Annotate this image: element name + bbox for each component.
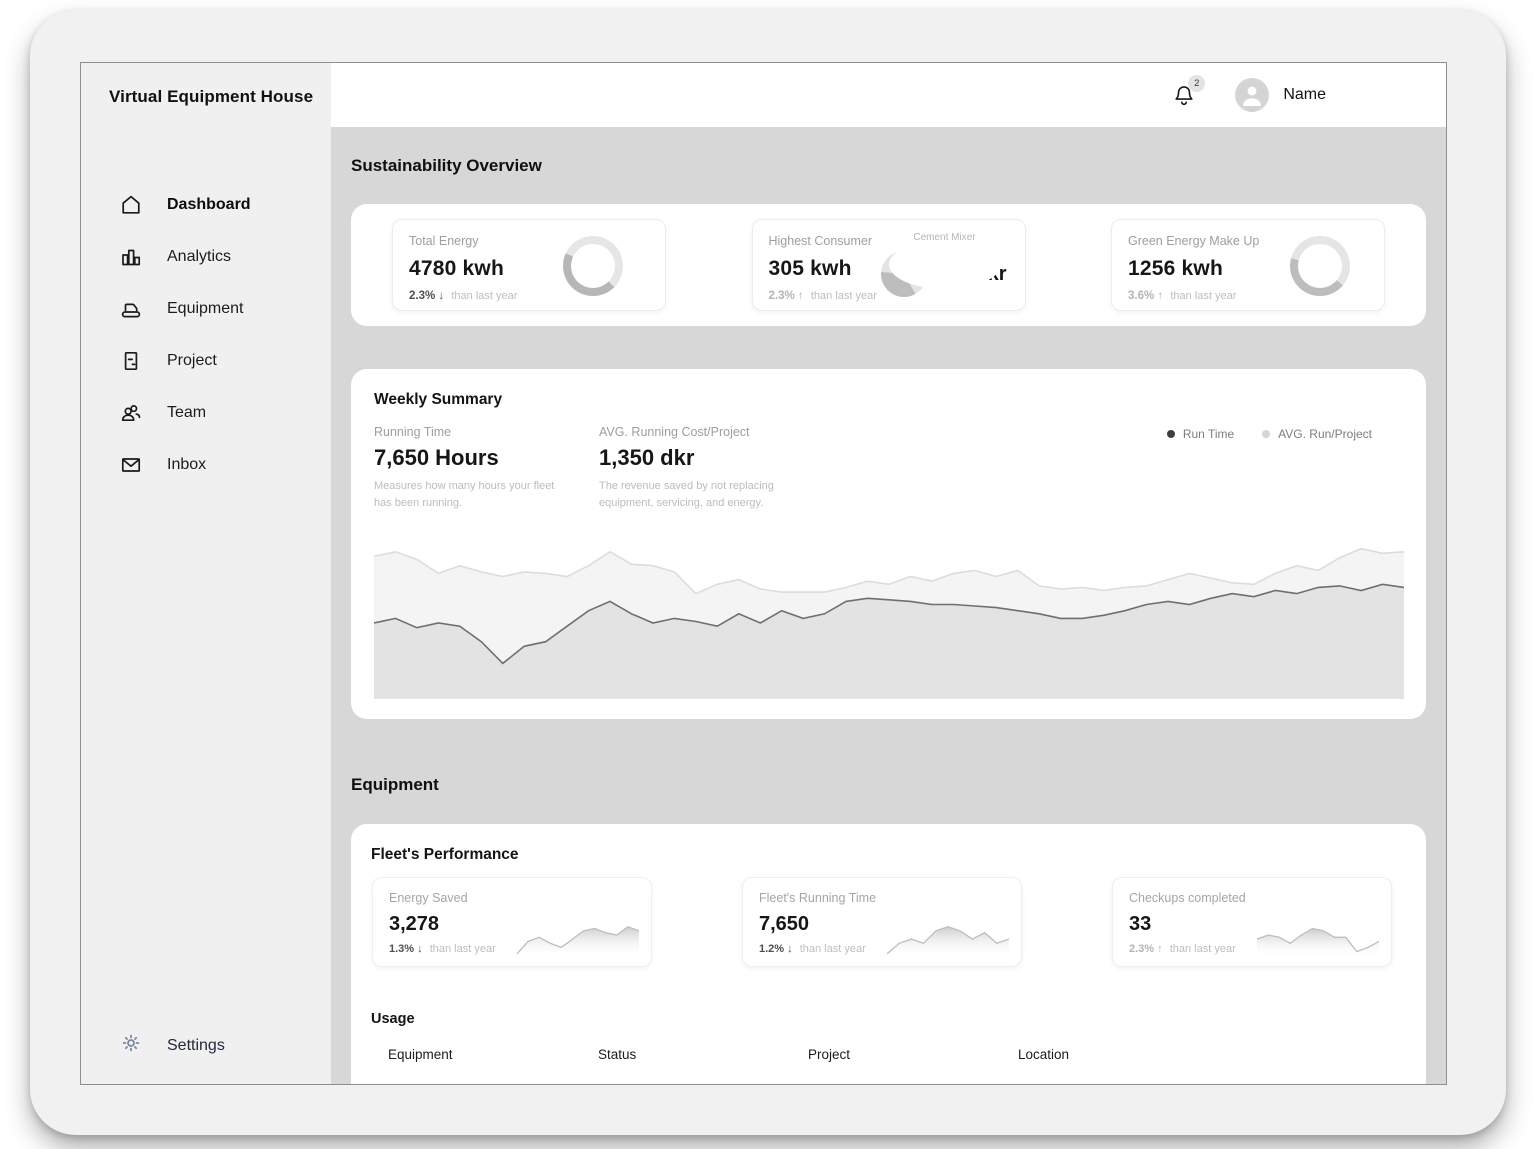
fleet-mini-cards: Energy Saved 3,278 1.3% ↓ than last year (371, 877, 1406, 967)
notification-badge: 2 (1188, 75, 1205, 92)
topbar: 2 Name (331, 63, 1446, 127)
sidebar-item-label: Inbox (167, 456, 206, 474)
energy-saved-sparkline (517, 912, 639, 958)
sidebar-item-label: Team (167, 404, 206, 422)
running-time-sparkline (887, 912, 1009, 958)
arrow-down-icon: ↓ (417, 943, 423, 955)
sustainability-stats-panel: Total Energy 4780 kwh 2.3% ↓ than last y… (351, 204, 1426, 326)
dashboard-content: Sustainability Overview Total Energy 478… (331, 127, 1446, 1084)
overview-section-title: Sustainability Overview (351, 156, 1426, 176)
sidebar-item-settings[interactable]: Settings (119, 1031, 225, 1060)
user-name: Name (1283, 86, 1326, 104)
sidebar-item-label: Analytics (167, 248, 231, 266)
fleet-performance-title: Fleet's Performance (371, 846, 1406, 864)
running-time-stat: Running Time 7,650 Hours Measures how ma… (374, 425, 599, 511)
legend-avg-run: AVG. Run/Project (1262, 427, 1372, 441)
avg-running-cost-stat: AVG. Running Cost/Project 1,350 dkr The … (599, 425, 824, 511)
usage-title: Usage (371, 1011, 1406, 1027)
cement-mixer-block: Cement Mixer 595 dkr (881, 232, 1009, 297)
sidebar-item-label: Dashboard (167, 196, 251, 214)
app-window: Virtual Equipment House Dashboard (80, 62, 1447, 1085)
sidebar-item-inbox[interactable]: Inbox (81, 439, 331, 491)
column-equipment: Equipment (388, 1047, 598, 1062)
arrow-up-icon: ↑ (1157, 943, 1163, 955)
fleet-performance-card: Fleet's Performance Energy Saved 3,278 1… (351, 824, 1426, 1084)
person-icon (1235, 78, 1269, 112)
legend-dot-dark (1167, 430, 1175, 438)
main-area: 2 Name Sustain (331, 63, 1446, 1084)
total-energy-donut (563, 236, 623, 296)
sidebar-item-label: Equipment (167, 300, 244, 318)
settings-label: Settings (167, 1037, 225, 1055)
usage-table: Equipment Status Project Location N5F2I … (371, 1047, 1406, 1084)
bar-chart-icon (119, 245, 143, 269)
chart-legend: Run Time AVG. Run/Project (1167, 427, 1372, 441)
sidebar-item-analytics[interactable]: Analytics (81, 231, 331, 283)
equipment-section-title: Equipment (351, 775, 1426, 795)
sidebar: Virtual Equipment House Dashboard (81, 63, 331, 1084)
green-energy-donut (1290, 236, 1350, 296)
equipment-icon (119, 297, 143, 321)
user-menu[interactable]: Name (1235, 78, 1326, 112)
sidebar-item-team[interactable]: Team (81, 387, 331, 439)
fleet-running-time-card[interactable]: Fleet's Running Time 7,650 1.2% ↓ than l… (742, 877, 1022, 967)
green-energy-card[interactable]: Green Energy Make Up 1256 kwh 3.6% ↑ tha… (1111, 219, 1385, 311)
column-project: Project (808, 1047, 1018, 1062)
cement-mixer-donut (881, 251, 927, 297)
energy-saved-card[interactable]: Energy Saved 3,278 1.3% ↓ than last year (372, 877, 652, 967)
checkups-completed-card[interactable]: Checkups completed 33 2.3% ↑ than last y… (1112, 877, 1392, 967)
arrow-up-icon: ↑ (798, 290, 804, 302)
home-icon (119, 193, 143, 217)
inbox-icon (119, 453, 143, 477)
sidebar-item-dashboard[interactable]: Dashboard (81, 179, 331, 231)
sidebar-nav: Dashboard Analytics (81, 179, 331, 491)
gear-icon (119, 1031, 143, 1060)
usage-section: Usage Equipment Status Project Location … (371, 1011, 1406, 1084)
page: Virtual Equipment House Dashboard (0, 0, 1533, 1149)
weekly-area-chart (374, 544, 1404, 699)
column-status: Status (598, 1047, 808, 1062)
arrow-up-icon: ↑ (1157, 290, 1163, 302)
usage-table-header: Equipment Status Project Location (388, 1047, 1406, 1062)
sidebar-item-project[interactable]: Project (81, 335, 331, 387)
sidebar-item-label: Project (167, 352, 217, 370)
project-icon (119, 349, 143, 373)
legend-run-time: Run Time (1167, 427, 1234, 441)
highest-consumer-card[interactable]: Highest Consumer 305 kwh 2.3% ↑ than las… (752, 219, 1026, 311)
avatar (1235, 78, 1269, 112)
checkups-sparkline (1257, 912, 1379, 958)
app-title: Virtual Equipment House (81, 63, 331, 107)
sidebar-item-equipment[interactable]: Equipment (81, 283, 331, 335)
total-energy-card[interactable]: Total Energy 4780 kwh 2.3% ↓ than last y… (392, 219, 666, 311)
weekly-summary-card: Weekly Summary Running Time 7,650 Hours … (351, 369, 1426, 719)
notifications-button[interactable]: 2 (1171, 82, 1197, 108)
legend-dot-light (1262, 430, 1270, 438)
weekly-summary-title: Weekly Summary (374, 391, 1404, 409)
stat-delta: 2.3% ↓ than last year (409, 290, 649, 302)
arrow-down-icon: ↓ (787, 943, 793, 955)
team-icon (119, 401, 143, 425)
column-location: Location (1018, 1047, 1406, 1062)
arrow-down-icon: ↓ (438, 290, 444, 302)
